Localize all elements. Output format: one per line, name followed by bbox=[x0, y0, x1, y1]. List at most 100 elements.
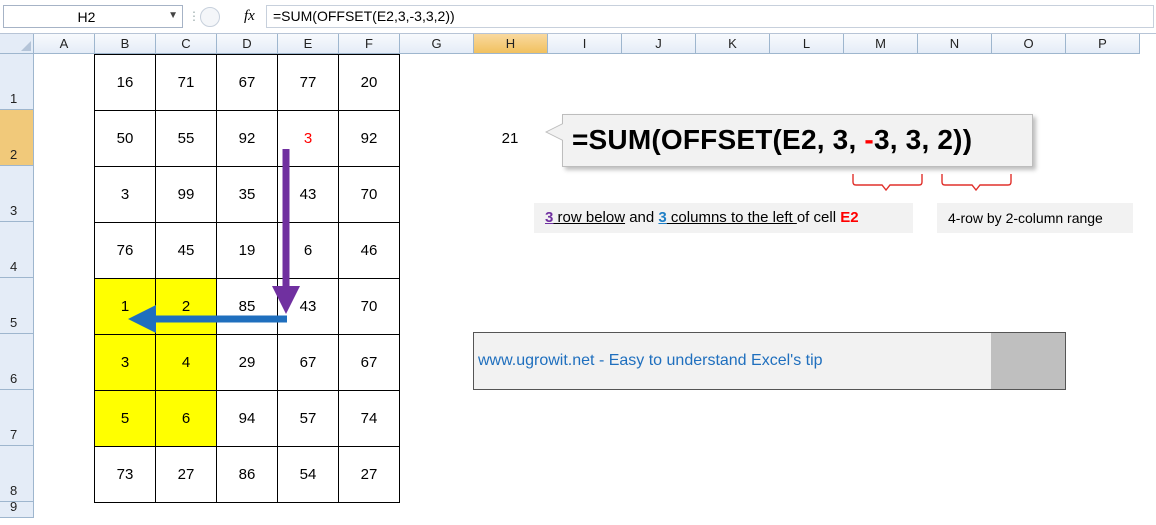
row-header-6[interactable]: 6 bbox=[0, 334, 34, 390]
cell-c3[interactable]: 99 bbox=[155, 166, 217, 223]
chevron-down-icon[interactable]: ▼ bbox=[168, 10, 178, 21]
cell-c8[interactable]: 27 bbox=[155, 446, 217, 503]
row-header-9[interactable]: 9 bbox=[0, 499, 34, 518]
grid-row: 5 6 94 57 74 bbox=[94, 390, 400, 447]
cell-e6[interactable]: 67 bbox=[277, 334, 339, 391]
row-header-label: 5 bbox=[10, 315, 18, 330]
callout-formula-text: =SUM(OFFSET(E2, 3, -3, 3, 2)) bbox=[572, 124, 972, 156]
column-header-h[interactable]: H bbox=[474, 34, 548, 54]
grip-icon[interactable]: ⋮ bbox=[188, 6, 200, 27]
cell-f2[interactable]: 92 bbox=[338, 110, 400, 167]
cell-c5[interactable]: 2 bbox=[155, 278, 217, 335]
brace-annotations bbox=[852, 174, 1012, 192]
row-header-1[interactable]: 1 bbox=[0, 54, 34, 110]
formula-input[interactable]: =SUM(OFFSET(E2,3,-3,3,2)) bbox=[266, 5, 1154, 28]
cell-d8[interactable]: 86 bbox=[216, 446, 278, 503]
column-header-o[interactable]: O bbox=[992, 34, 1066, 54]
insert-function-icon[interactable]: fx bbox=[244, 8, 255, 25]
explain-and: and bbox=[625, 209, 659, 226]
grid-row: 16 71 67 77 20 bbox=[94, 54, 400, 111]
offset-explanation: 3 row below and 3 columns to the left of… bbox=[534, 203, 913, 233]
cell-f4[interactable]: 46 bbox=[338, 222, 400, 279]
cell-f6[interactable]: 67 bbox=[338, 334, 400, 391]
name-box[interactable]: H2 ▼ bbox=[3, 5, 183, 28]
callout-part1: =SUM(OFFSET(E2, 3, bbox=[572, 124, 865, 155]
column-header-a[interactable]: A bbox=[34, 34, 95, 54]
cell-d4[interactable]: 19 bbox=[216, 222, 278, 279]
tip-link[interactable]: www.ugrowit.net - Easy to understand Exc… bbox=[478, 352, 823, 370]
cell-d3[interactable]: 35 bbox=[216, 166, 278, 223]
row-header-label: 9 bbox=[10, 499, 18, 514]
cell-e2[interactable]: 3 bbox=[277, 110, 339, 167]
cell-e7[interactable]: 57 bbox=[277, 390, 339, 447]
column-header-k[interactable]: K bbox=[696, 34, 770, 54]
callout-tail bbox=[547, 124, 563, 140]
spreadsheet-window: H2 ▼ ⋮ fx =SUM(OFFSET(E2,3,-3,3,2)) ABCD… bbox=[0, 0, 1156, 525]
column-header-n[interactable]: N bbox=[918, 34, 992, 54]
data-grid: 16 71 67 77 20 50 55 92 3 92 3 99 35 43 70 76 45 19 6 46 1 2 8… bbox=[94, 54, 400, 503]
column-header-g[interactable]: G bbox=[400, 34, 474, 54]
cols-offset-number: 3 bbox=[658, 209, 667, 226]
cell-b8[interactable]: 73 bbox=[94, 446, 156, 503]
column-header-l[interactable]: L bbox=[770, 34, 844, 54]
row-header-3[interactable]: 3 bbox=[0, 166, 34, 222]
cell-c7[interactable]: 6 bbox=[155, 390, 217, 447]
cell-c2[interactable]: 55 bbox=[155, 110, 217, 167]
expand-circle-icon[interactable] bbox=[200, 7, 220, 27]
offset-brace bbox=[852, 174, 923, 192]
cell-e8[interactable]: 54 bbox=[277, 446, 339, 503]
column-header-i[interactable]: I bbox=[548, 34, 622, 54]
cell-f5[interactable]: 70 bbox=[338, 278, 400, 335]
cell-c4[interactable]: 45 bbox=[155, 222, 217, 279]
cell-b5[interactable]: 1 bbox=[94, 278, 156, 335]
callout-negative-sign: - bbox=[864, 124, 874, 155]
cell-f8[interactable]: 27 bbox=[338, 446, 400, 503]
cell-d1[interactable]: 67 bbox=[216, 54, 278, 111]
cell-b2[interactable]: 50 bbox=[94, 110, 156, 167]
select-all-icon bbox=[21, 41, 31, 51]
row-header-4[interactable]: 4 bbox=[0, 222, 34, 278]
cell-c6[interactable]: 4 bbox=[155, 334, 217, 391]
cell-d6[interactable]: 29 bbox=[216, 334, 278, 391]
cell-c1[interactable]: 71 bbox=[155, 54, 217, 111]
cell-e3[interactable]: 43 bbox=[277, 166, 339, 223]
row-header-label: 7 bbox=[10, 427, 18, 442]
formula-bar: H2 ▼ ⋮ fx =SUM(OFFSET(E2,3,-3,3,2)) bbox=[0, 0, 1156, 34]
row-header-label: 6 bbox=[10, 371, 18, 386]
cell-f1[interactable]: 20 bbox=[338, 54, 400, 111]
cell-e5[interactable]: 43 bbox=[277, 278, 339, 335]
cell-b7[interactable]: 5 bbox=[94, 390, 156, 447]
column-header-c[interactable]: C bbox=[156, 34, 217, 54]
row-header-label: 3 bbox=[10, 203, 18, 218]
column-header-p[interactable]: P bbox=[1066, 34, 1140, 54]
cols-offset-text: columns to the left bbox=[666, 209, 797, 226]
rows-offset-text: row below bbox=[553, 209, 626, 226]
cell-e4[interactable]: 6 bbox=[277, 222, 339, 279]
row-header-8[interactable]: 8 bbox=[0, 446, 34, 502]
column-header-m[interactable]: M bbox=[844, 34, 918, 54]
explain-of-cell: of cell bbox=[796, 209, 841, 226]
cell-d7[interactable]: 94 bbox=[216, 390, 278, 447]
row-header-label: 1 bbox=[10, 91, 18, 106]
column-header-d[interactable]: D bbox=[217, 34, 278, 54]
cell-d2[interactable]: 92 bbox=[216, 110, 278, 167]
cell-h2-value[interactable]: 21 bbox=[490, 130, 530, 147]
column-header-f[interactable]: F bbox=[339, 34, 400, 54]
cell-b6[interactable]: 3 bbox=[94, 334, 156, 391]
column-header-b[interactable]: B bbox=[95, 34, 156, 54]
column-header-j[interactable]: J bbox=[622, 34, 696, 54]
row-header-7[interactable]: 7 bbox=[0, 390, 34, 446]
cell-f7[interactable]: 74 bbox=[338, 390, 400, 447]
range-size-note: 4-row by 2-column range bbox=[937, 203, 1133, 233]
column-header-e[interactable]: E bbox=[278, 34, 339, 54]
cell-e1[interactable]: 77 bbox=[277, 54, 339, 111]
row-header-5[interactable]: 5 bbox=[0, 278, 34, 334]
cell-f3[interactable]: 70 bbox=[338, 166, 400, 223]
cell-b3[interactable]: 3 bbox=[94, 166, 156, 223]
select-all-button[interactable] bbox=[0, 34, 34, 54]
row-header-2[interactable]: 2 bbox=[0, 110, 34, 166]
cell-b1[interactable]: 16 bbox=[94, 54, 156, 111]
size-brace bbox=[941, 174, 1012, 192]
cell-d5[interactable]: 85 bbox=[216, 278, 278, 335]
cell-b4[interactable]: 76 bbox=[94, 222, 156, 279]
